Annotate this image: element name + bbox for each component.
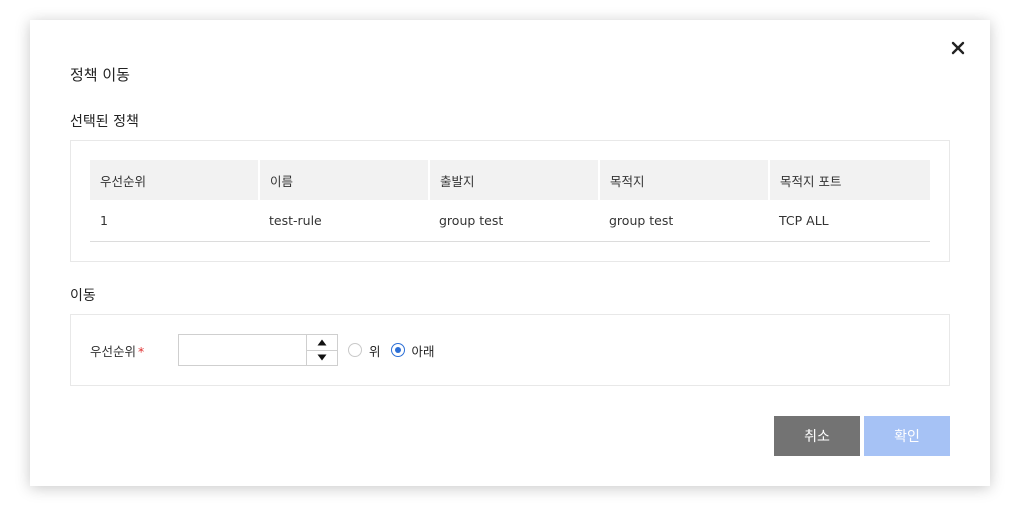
selected-policy-title: 선택된 정책 bbox=[70, 114, 139, 130]
priority-input[interactable] bbox=[179, 335, 306, 365]
radio-circle-below[interactable] bbox=[390, 343, 405, 357]
priority-row: 우선순위 * 위 아래 bbox=[90, 334, 435, 366]
stepper-buttons bbox=[306, 335, 337, 365]
cell-destination-port: TCP ALL bbox=[769, 200, 930, 242]
move-section-title: 이동 bbox=[70, 288, 96, 304]
table-header-row: 우선순위 이름 출발지 목적지 목적지 포트 bbox=[90, 160, 930, 200]
cancel-button[interactable]: 취소 bbox=[774, 416, 860, 456]
move-policy-dialog: 정책 이동 선택된 정책 우선순위 이름 출발지 목적지 목적지 포트 1 te… bbox=[30, 20, 990, 486]
column-header-name: 이름 bbox=[259, 160, 430, 200]
column-header-destination-port: 목적지 포트 bbox=[769, 160, 930, 200]
required-mark: * bbox=[138, 343, 145, 359]
priority-label-wrap: 우선순위 * bbox=[90, 341, 178, 360]
radio-label-above: 위 bbox=[369, 343, 381, 359]
stepper-down-button[interactable] bbox=[307, 351, 337, 366]
column-header-destination: 목적지 bbox=[599, 160, 770, 200]
move-panel: 우선순위 * 위 아래 bbox=[70, 314, 950, 386]
cell-destination: group test bbox=[599, 200, 769, 242]
cell-priority: 1 bbox=[90, 200, 259, 242]
selected-policy-table: 우선순위 이름 출발지 목적지 목적지 포트 1 test-rule group… bbox=[90, 160, 930, 242]
column-header-priority: 우선순위 bbox=[90, 160, 260, 200]
stepper-up-button[interactable] bbox=[307, 335, 337, 351]
close-icon[interactable] bbox=[948, 38, 968, 58]
close-button[interactable] bbox=[948, 38, 968, 58]
dialog-title: 정책 이동 bbox=[70, 66, 130, 84]
selected-policy-panel: 우선순위 이름 출발지 목적지 목적지 포트 1 test-rule group… bbox=[70, 140, 950, 262]
caret-down-icon bbox=[317, 354, 327, 361]
caret-up-icon bbox=[317, 339, 327, 346]
cell-source: group test bbox=[429, 200, 599, 242]
radio-below[interactable]: 아래 bbox=[390, 341, 435, 360]
priority-stepper[interactable] bbox=[178, 334, 338, 366]
radio-label-below: 아래 bbox=[411, 343, 435, 359]
priority-label: 우선순위 bbox=[90, 343, 137, 359]
radio-circle-above[interactable] bbox=[348, 343, 362, 357]
column-header-source: 출발지 bbox=[429, 160, 600, 200]
radio-above[interactable]: 위 bbox=[348, 341, 381, 360]
confirm-button[interactable]: 확인 bbox=[864, 416, 950, 456]
table-row: 1 test-rule group test group test TCP AL… bbox=[90, 200, 930, 242]
cell-name: test-rule bbox=[259, 200, 429, 242]
